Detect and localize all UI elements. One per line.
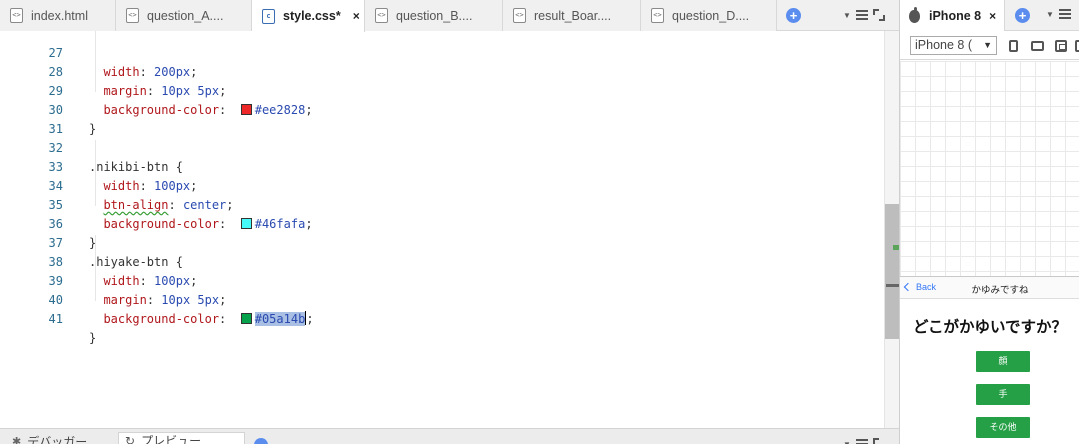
- navbar-title: かゆみですね: [971, 285, 1029, 296]
- html-file-icon: <>: [126, 8, 139, 23]
- line-number: 41: [48, 312, 63, 326]
- tab-label: デバッガー: [27, 434, 88, 444]
- caret-down-icon[interactable]: ▼: [1046, 10, 1054, 19]
- menu-icon[interactable]: [855, 10, 868, 20]
- css-file-icon: c: [262, 8, 275, 24]
- code-line: 30 }: [0, 82, 884, 136]
- code-line: 29 background-color: #ee2828;: [0, 63, 884, 117]
- question-heading: どこがかゆいですか？: [912, 319, 1068, 336]
- color-swatch[interactable]: [240, 313, 252, 324]
- code-line: 35 background-color: #46fafa;: [0, 177, 884, 231]
- caret-down-icon[interactable]: ▼: [843, 11, 851, 20]
- close-icon[interactable]: ×: [989, 9, 996, 23]
- code-line: 34 btn-align: center;: [0, 158, 884, 212]
- add-tab-icon[interactable]: [254, 438, 268, 444]
- expand-icon[interactable]: [872, 9, 885, 21]
- bottom-panel-tabs: ✱ デバッガー ↻ プレビュー ▼: [0, 428, 899, 444]
- tab-label: index.html: [31, 8, 88, 23]
- code-line: 27 width: 200px;: [0, 25, 884, 79]
- code-line: 38 width: 100px;: [0, 234, 884, 288]
- html-file-icon: <>: [375, 8, 388, 23]
- html-file-icon: <>: [513, 8, 526, 23]
- code-text: }: [89, 331, 97, 345]
- tab-label: プレビュー: [141, 434, 202, 444]
- scroll-marker: [886, 284, 899, 287]
- add-tab-icon[interactable]: +: [786, 8, 801, 23]
- tab-label: question_A....: [147, 8, 224, 23]
- other-button[interactable]: その他: [976, 417, 1030, 438]
- tab-label: iPhone 8: [929, 9, 982, 23]
- device-preview-pane: iPhone 8 × + ▼ iPhone 8 ( ▼ Back かゆみですね …: [899, 0, 1079, 444]
- code-line: 40 background-color: #05a14b;: [0, 272, 884, 326]
- code-line: 36 }: [0, 196, 884, 250]
- code-line: 28 margin: 10px 5px;: [0, 44, 884, 98]
- device-toolbar: iPhone 8 ( ▼: [900, 31, 1079, 60]
- close-icon[interactable]: ×: [353, 9, 360, 23]
- code-line: 41 }: [0, 291, 884, 345]
- editor-pane-menu[interactable]: ▼: [843, 9, 885, 21]
- preview-pane-menu[interactable]: ▼: [1046, 9, 1071, 19]
- html-file-icon: <>: [10, 8, 23, 23]
- device-select[interactable]: iPhone 8 ( ▼: [910, 36, 997, 55]
- css-property: background-color: [103, 312, 220, 326]
- tab-label: result_Boar....: [534, 8, 612, 23]
- hand-button[interactable]: 手: [976, 384, 1030, 405]
- tab-iphone-8[interactable]: iPhone 8 ×: [900, 0, 1005, 32]
- html-file-icon: <>: [651, 8, 664, 23]
- apple-icon: [909, 6, 920, 23]
- code-line: 39 margin: 10px 5px;: [0, 253, 884, 307]
- bottom-pane-menu[interactable]: ▼: [843, 438, 885, 444]
- tab-label: question_D....: [672, 8, 750, 23]
- preview-canvas-grid: [900, 61, 1079, 276]
- landscape-icon[interactable]: [1031, 41, 1044, 51]
- screenshot-icon[interactable]: [1055, 40, 1067, 52]
- code-line: 33 width: 100px;: [0, 139, 884, 193]
- expand-icon[interactable]: [872, 438, 885, 444]
- reload-icon: ↻: [125, 433, 136, 444]
- scrollbar-thumb[interactable]: [885, 204, 899, 339]
- editor-vertical-scrollbar[interactable]: [884, 31, 899, 428]
- caret-down-icon[interactable]: ▼: [843, 440, 851, 444]
- rotate-icon[interactable]: [1075, 40, 1079, 52]
- face-button[interactable]: 顔: [976, 351, 1030, 372]
- tab-label: question_B....: [396, 8, 473, 23]
- tab-debugger[interactable]: ✱ デバッガー: [12, 433, 87, 444]
- chevron-down-icon: ▼: [983, 40, 992, 50]
- tab-preview[interactable]: ↻ プレビュー: [118, 432, 245, 444]
- preview-tab-bar: iPhone 8 × + ▼: [900, 0, 1079, 32]
- menu-icon[interactable]: [855, 439, 868, 444]
- selected-text[interactable]: #05a14b: [254, 312, 306, 326]
- tab-label: style.css*: [283, 9, 341, 23]
- code-line: 32 .nikibi-btn {: [0, 120, 884, 174]
- phone-screen: Back かゆみですね どこがかゆいですか？ 顔 手 その他: [900, 276, 1079, 444]
- add-tab-icon[interactable]: +: [1015, 8, 1030, 23]
- bug-icon: ✱: [12, 435, 22, 444]
- code-line: 31: [0, 101, 884, 136]
- code-area[interactable]: 27 width: 200px; 28 margin: 10px 5px; 29…: [0, 31, 884, 428]
- code-editor-pane: <> index.html <> question_A.... c style.…: [0, 0, 899, 444]
- menu-icon[interactable]: [1058, 9, 1071, 19]
- app-navbar: Back かゆみですね: [900, 277, 1079, 299]
- code-line: 37 .hiyake-btn {: [0, 215, 884, 269]
- portrait-icon[interactable]: [1009, 40, 1018, 52]
